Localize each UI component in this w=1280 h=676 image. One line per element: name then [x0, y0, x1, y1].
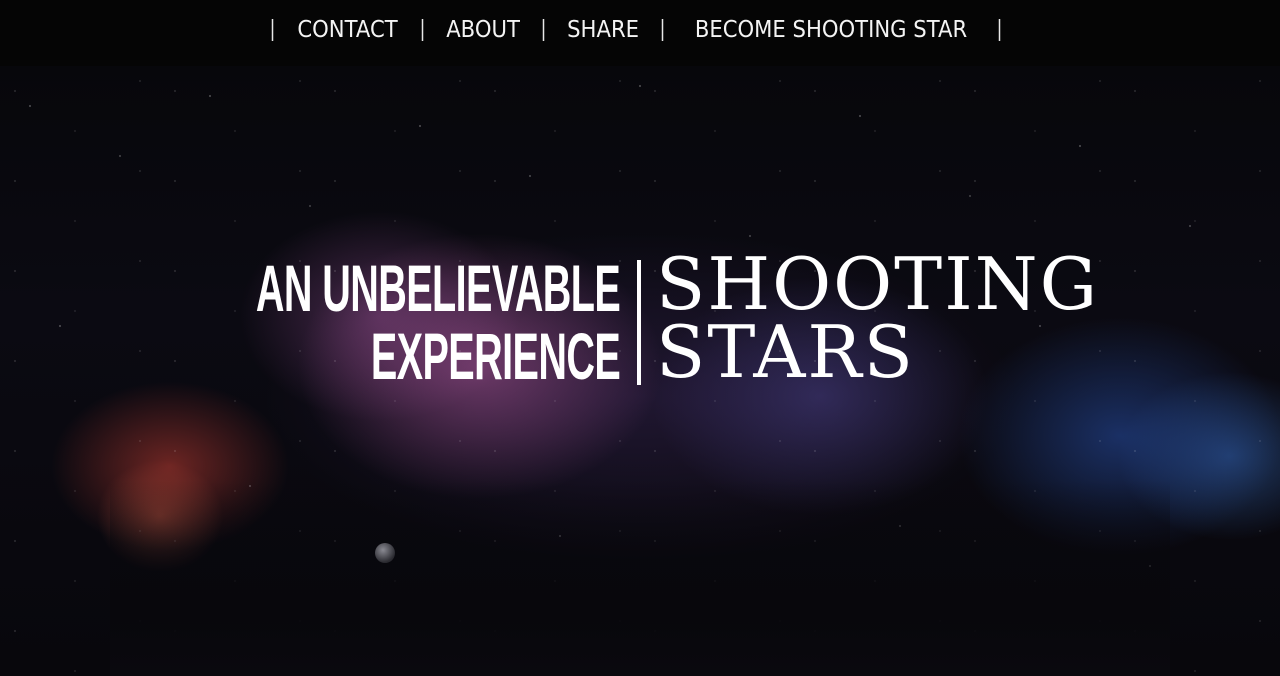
brand-line-1: SHOOTING [656, 242, 1100, 326]
hero-divider [637, 260, 641, 385]
nav-contact-link[interactable]: CONTACT [297, 17, 397, 43]
hero-section: AN UNBELIEVABLE EXPERIENCE SHOOTING STAR… [0, 0, 1280, 676]
tagline-line-1: AN UNBELIEVABLE [255, 251, 621, 325]
nav-separator [271, 19, 274, 41]
main-nav: CONTACT ABOUT SHARE BECOME SHOOTING STAR [252, 17, 1020, 43]
tagline-line-2: EXPERIENCE [370, 319, 621, 393]
nav-separator [542, 19, 545, 41]
nav-separator [662, 19, 664, 41]
nav-separator [421, 19, 424, 41]
nav-separator [999, 19, 1001, 41]
hero-tagline: AN UNBELIEVABLE EXPERIENCE [13, 251, 621, 393]
brand-line-2: STARS [656, 310, 915, 394]
nav-become-shooting-star-link[interactable]: BECOME SHOOTING STAR [695, 17, 967, 43]
page: CONTACT ABOUT SHARE BECOME SHOOTING STAR… [0, 0, 1280, 676]
brand-title: SHOOTING STARS [656, 242, 1100, 394]
nav-about-link[interactable]: ABOUT [446, 17, 520, 43]
nav-share-link[interactable]: SHARE [567, 17, 639, 43]
top-navigation-bar: CONTACT ABOUT SHARE BECOME SHOOTING STAR [0, 0, 1280, 66]
